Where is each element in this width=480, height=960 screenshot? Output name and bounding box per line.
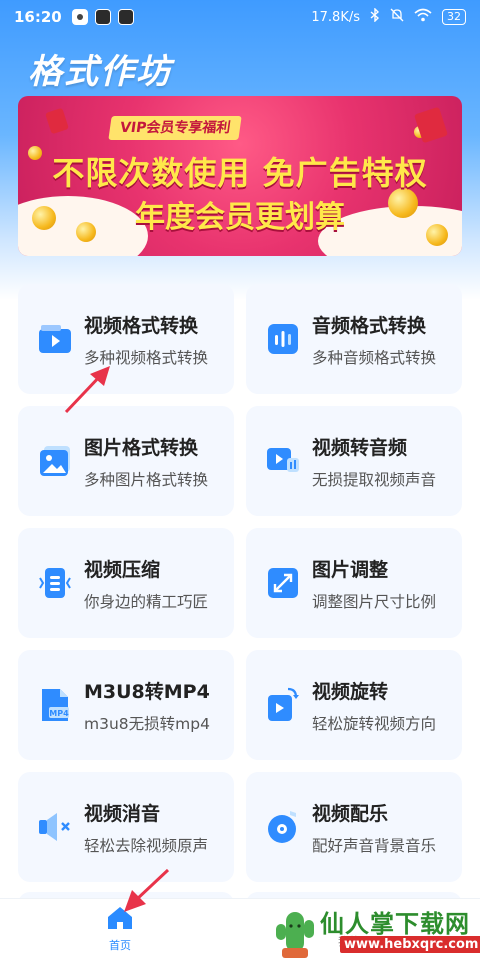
vip-banner[interactable]: VIP会员专享福利 不限次数使用 免广告特权 年度会员更划算 [18,96,462,256]
notification-app-icon [71,9,88,25]
tool-card-video-to-audio[interactable]: 视频转音频 无损提取视频声音 [246,406,462,516]
tool-subtitle: 轻松去除视频原声 [84,836,209,855]
banner-subheadline: 年度会员更划算 [135,200,345,235]
watermark-url: www.hebxqrc.com [340,936,480,953]
tool-card-video-compress[interactable]: 视频压缩 你身边的精工巧匠 [18,528,234,638]
tool-subtitle: 你身边的精工巧匠 [84,592,209,611]
mp4-file-icon: MP4 [36,686,74,724]
rotate-video-icon [264,686,302,724]
tool-card-video-format[interactable]: 视频格式转换 多种视频格式转换 [18,284,234,394]
site-watermark: 仙人掌下载网 www.hebxqrc.com [270,900,480,960]
tool-title: 视频配乐 [312,802,389,825]
tool-subtitle: 调整图片尺寸比例 [312,592,437,611]
tool-card-image-resize[interactable]: 图片调整 调整图片尺寸比例 [246,528,462,638]
tool-subtitle: 多种图片格式转换 [84,470,209,489]
mute-icon [36,808,74,846]
bluetooth-icon [370,7,380,26]
video-play-icon [36,320,74,358]
compress-icon [36,564,74,602]
tool-title: 视频消音 [84,802,161,825]
tiktok-icon [117,9,134,25]
tool-card-video-rotate[interactable]: 视频旋转 轻松旋转视频方向 [246,650,462,760]
tool-subtitle: 无损提取视频声音 [312,470,437,489]
annotation-arrow [124,868,170,912]
tool-card-m3u8-to-mp4[interactable]: MP4 M3U8转MP4 m3u8无损转mp4 [18,650,234,760]
tool-title: M3U8转MP4 [84,680,210,703]
tool-card-image-format[interactable]: 图片格式转换 多种图片格式转换 [18,406,234,516]
tool-subtitle: m3u8无损转mp4 [84,714,210,733]
tool-title: 视频转音频 [312,436,408,459]
status-bar: 16:20 17.8K/s 32 [0,0,480,34]
video-to-audio-icon [264,442,302,480]
tool-card-audio-format[interactable]: 音频格式转换 多种音频格式转换 [246,284,462,394]
tool-title: 音频格式转换 [312,314,427,337]
tool-subtitle: 多种音频格式转换 [312,348,437,367]
tool-subtitle: 轻松旋转视频方向 [312,714,437,733]
battery-indicator: 32 [442,9,466,25]
banner-badge: VIP会员专享福利 [108,116,242,140]
tool-subtitle: 配好声音背景音乐 [312,836,437,855]
watermark-name: 仙人掌下载网 [320,910,470,938]
tool-title: 视频格式转换 [84,314,199,337]
cactus-icon [276,912,314,958]
resize-icon [264,564,302,602]
mute-bell-icon [390,8,404,26]
app-title: 格式作坊 [28,52,172,92]
annotation-arrow [64,366,110,414]
status-time: 16:20 [14,8,62,26]
image-icon [36,442,74,480]
tool-title: 图片格式转换 [84,436,199,459]
wifi-icon [414,8,432,26]
tool-title: 视频压缩 [84,558,161,581]
notification-app-icon [94,9,111,25]
red-envelope-icon [45,107,69,135]
svg-text:MP4: MP4 [49,709,69,718]
status-right: 17.8K/s 32 [311,7,466,26]
audio-bars-icon [264,320,302,358]
banner-headline: 不限次数使用 免广告特权 [52,154,428,192]
nav-home-label: 首页 [109,939,131,952]
network-speed: 17.8K/s [311,9,360,25]
tool-card-video-music[interactable]: 视频配乐 配好声音背景音乐 [246,772,462,882]
tool-title: 图片调整 [312,558,389,581]
music-disc-icon [264,808,302,846]
tool-title: 视频旋转 [312,680,389,703]
